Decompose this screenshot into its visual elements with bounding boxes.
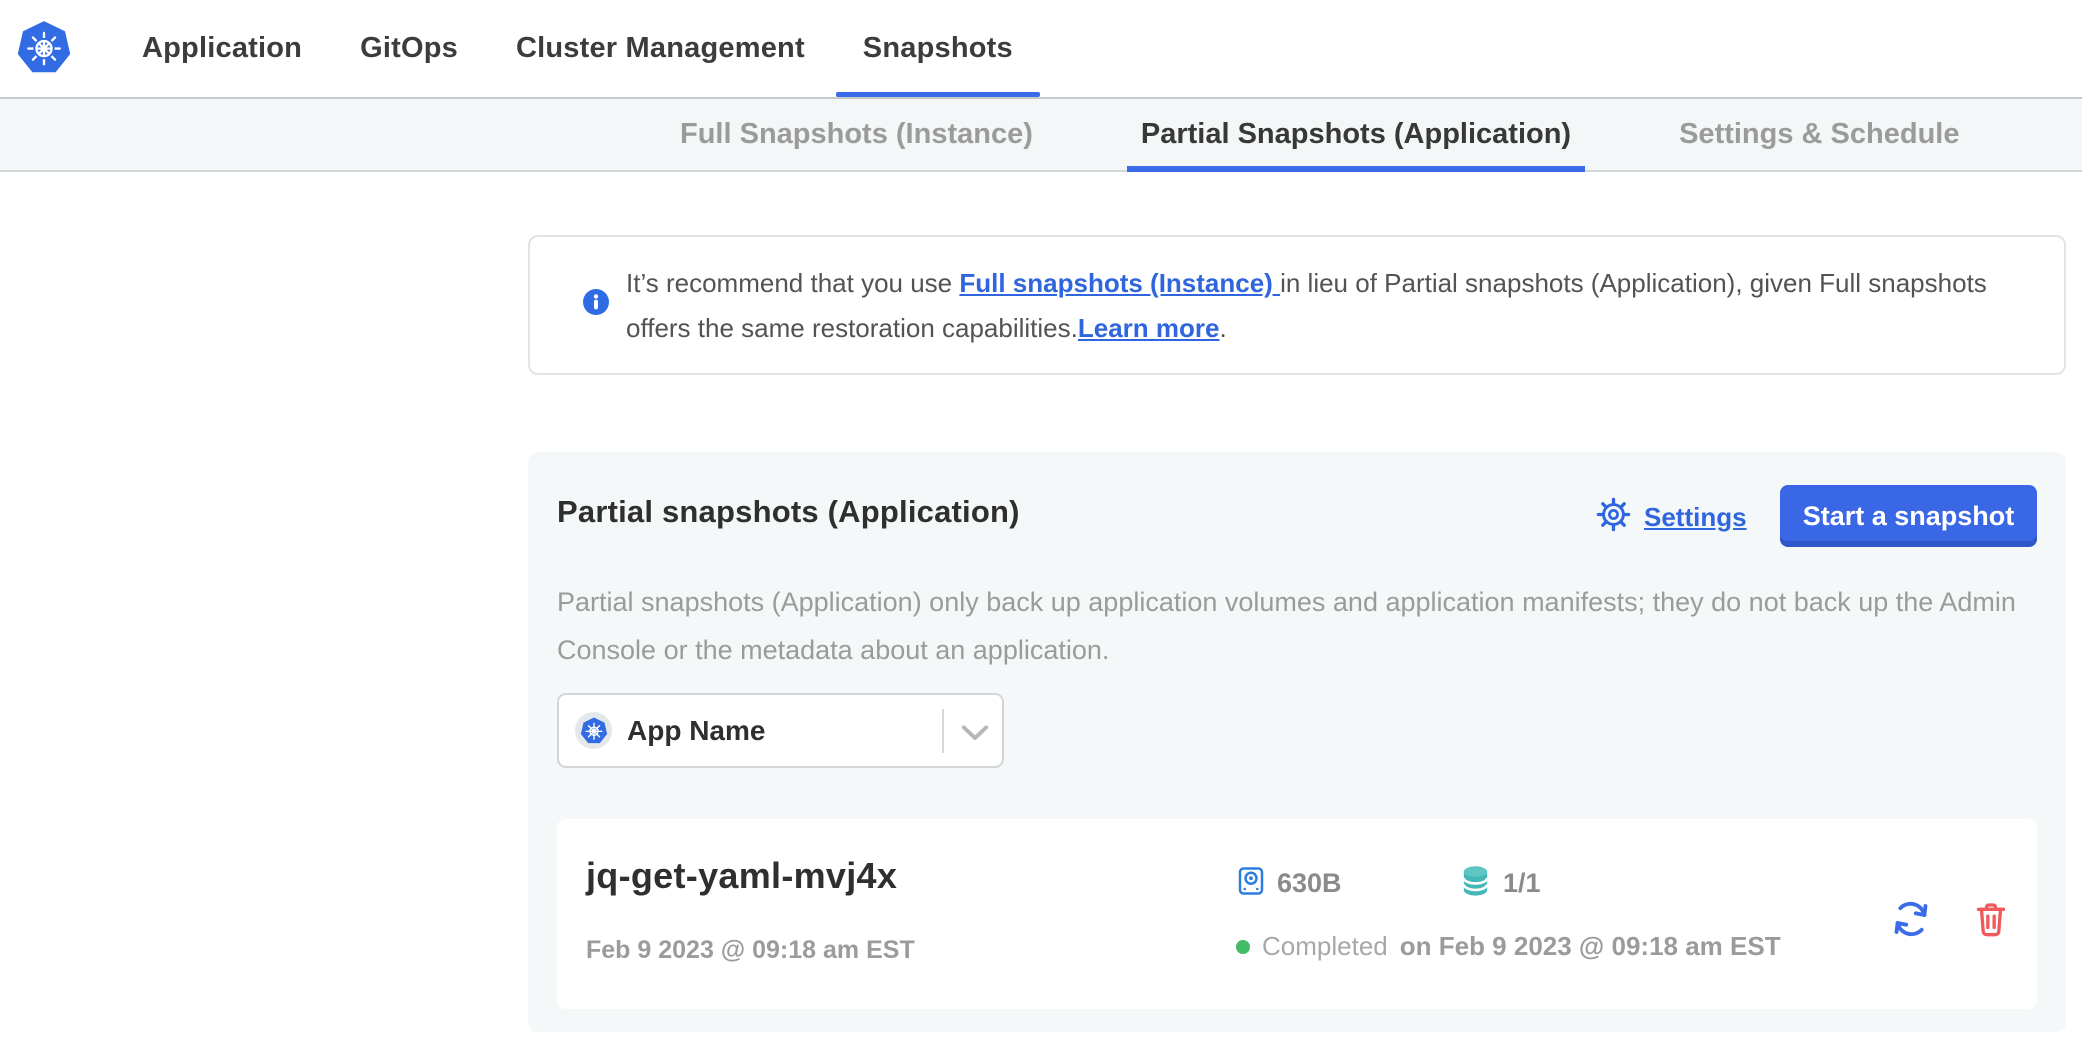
full-snapshots-instance-link[interactable]: Full snapshots (Instance) [959, 268, 1280, 298]
snapshot-volumes-value: 1/1 [1503, 868, 1541, 899]
app-selector-value: App Name [627, 695, 765, 766]
status-dot-icon [1236, 940, 1250, 954]
snapshot-started-date: Feb 9 2023 @ 09:18 am EST [586, 936, 915, 965]
snapshot-row: jq-get-yaml-mvj4x Feb 9 2023 @ 09:18 am … [557, 819, 2037, 1009]
tab-partial-snapshots-application[interactable]: Partial Snapshots (Application) [1141, 99, 1571, 170]
learn-more-link[interactable]: Learn more [1078, 313, 1220, 343]
top-nav-application[interactable]: Application [142, 0, 302, 97]
tab-settings-schedule[interactable]: Settings & Schedule [1679, 99, 1959, 170]
settings-label: Settings [1644, 502, 1747, 533]
snapshot-status: Completed on Feb 9 2023 @ 09:18 am EST [1236, 931, 1781, 962]
app-kubernetes-icon [575, 712, 612, 749]
top-nav-bar: Application GitOps Cluster Management Sn… [0, 0, 2082, 99]
top-nav-snapshots[interactable]: Snapshots [863, 0, 1013, 97]
info-icon [582, 288, 610, 316]
snapshot-size-stat: 630B [1236, 865, 1342, 902]
restore-snapshot-button[interactable] [1889, 897, 1933, 941]
gear-icon [1596, 497, 1631, 537]
status-label: Completed [1262, 931, 1388, 962]
panel-description: Partial snapshots (Application) only bac… [557, 578, 2027, 674]
database-icon [1458, 863, 1493, 904]
top-nav-cluster-management[interactable]: Cluster Management [516, 0, 805, 97]
top-nav-items: Application GitOps Cluster Management Sn… [142, 0, 1013, 97]
snapshot-name: jq-get-yaml-mvj4x [586, 855, 897, 897]
app-name-selector[interactable]: App Name [557, 693, 1004, 768]
kubernetes-logo-icon [16, 20, 72, 76]
banner-text-part3: . [1219, 313, 1226, 343]
start-snapshot-button[interactable]: Start a snapshot [1780, 485, 2037, 547]
selector-divider [942, 709, 944, 753]
tab-full-snapshots-instance[interactable]: Full Snapshots (Instance) [680, 99, 1033, 170]
snapshot-volumes-stat: 1/1 [1458, 863, 1541, 904]
snapshots-sub-nav: Full Snapshots (Instance) Partial Snapsh… [0, 99, 2082, 172]
banner-text: It’s recommend that you use Full snapsho… [626, 261, 2026, 351]
recommendation-banner: It’s recommend that you use Full snapsho… [528, 235, 2066, 375]
page: Application GitOps Cluster Management Sn… [0, 0, 2082, 1056]
top-nav-gitops[interactable]: GitOps [360, 0, 458, 97]
snapshot-size-value: 630B [1277, 868, 1342, 899]
banner-text-part1: It’s recommend that you use [626, 268, 959, 298]
status-finished-date: on Feb 9 2023 @ 09:18 am EST [1400, 931, 1781, 962]
chevron-down-icon[interactable] [960, 724, 990, 747]
disk-icon [1236, 865, 1266, 902]
settings-link[interactable]: Settings [1596, 496, 1747, 538]
delete-snapshot-button[interactable] [1971, 899, 2011, 939]
sub-nav-tabs: Full Snapshots (Instance) Partial Snapsh… [680, 99, 1959, 170]
panel-title: Partial snapshots (Application) [557, 494, 1020, 530]
